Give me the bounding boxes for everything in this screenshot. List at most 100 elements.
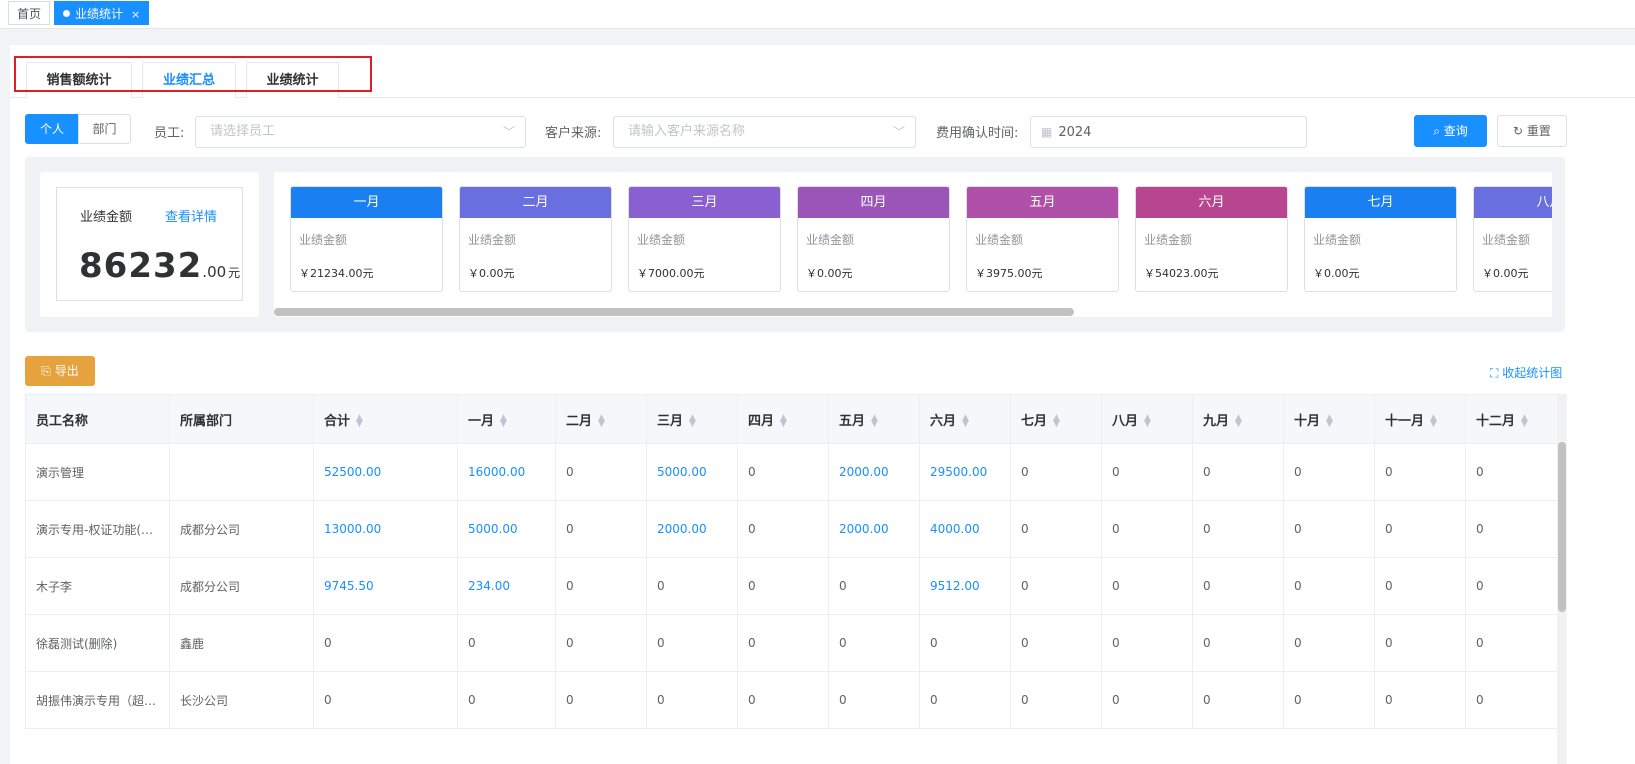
employee-select[interactable]: 请选择员工 ﹀ <box>195 116 526 148</box>
month-card-apr[interactable]: 四月 业绩金额 ￥0.00元 <box>797 186 950 292</box>
table-cell: 0 <box>1010 443 1102 501</box>
sort-icon[interactable]: ▲ ▼ <box>780 414 787 429</box>
table-cell[interactable]: 2000.00 <box>828 500 920 558</box>
month-card-may[interactable]: 五月 业绩金额 ￥3975.00元 <box>966 186 1119 292</box>
sort-icon[interactable]: ▲ ▼ <box>871 414 878 429</box>
highlight-box <box>14 56 372 92</box>
table-cell: 0 <box>555 500 647 558</box>
search-icon: ⌕ <box>1433 124 1444 138</box>
vertical-scrollbar[interactable] <box>1558 442 1566 612</box>
table-cell[interactable]: 13000.00 <box>313 500 458 558</box>
col-label: 六月 <box>930 413 957 429</box>
table-cell: 长沙公司 <box>169 671 314 729</box>
table-cell: 0 <box>555 671 647 729</box>
export-button[interactable]: ⎘ 导出 <box>25 356 95 386</box>
reset-button[interactable]: ↻ 重置 <box>1497 115 1567 147</box>
col-month-2[interactable]: 二月 ▲ ▼ <box>555 394 647 444</box>
table-cell[interactable]: 52500.00 <box>313 443 458 501</box>
table-cell[interactable]: 234.00 <box>457 557 556 615</box>
source-select[interactable]: 请输入客户来源名称 ﹀ <box>613 116 916 148</box>
col-month-5[interactable]: 五月 ▲ ▼ <box>828 394 920 444</box>
col-month-8[interactable]: 八月 ▲ ▼ <box>1101 394 1193 444</box>
month-card-label: 业绩金额 <box>806 233 855 247</box>
page-tab-home[interactable]: 首页 <box>8 1 51 25</box>
sort-icon[interactable]: ▲ ▼ <box>356 414 363 429</box>
scope-personal-button[interactable]: 个人 <box>25 114 79 144</box>
table-cell: 0 <box>1283 443 1375 501</box>
view-details-link[interactable]: 查看详情 <box>165 206 217 225</box>
table-cell[interactable]: 29500.00 <box>919 443 1011 501</box>
col-label: 十月 <box>1294 413 1321 429</box>
col-employee: 员工名称 <box>25 394 170 444</box>
sort-icon[interactable]: ▲ ▼ <box>1430 414 1437 429</box>
table-cell[interactable]: 16000.00 <box>457 443 556 501</box>
table-cell: 0 <box>1283 500 1375 558</box>
col-label: 十二月 <box>1476 413 1516 429</box>
scope-department-button[interactable]: 部门 <box>78 114 131 144</box>
col-month-11[interactable]: 十一月 ▲ ▼ <box>1374 394 1466 444</box>
col-month-4[interactable]: 四月 ▲ ▼ <box>737 394 829 444</box>
sort-icon[interactable]: ▲ ▼ <box>1521 414 1528 429</box>
col-month-7[interactable]: 七月 ▲ ▼ <box>1010 394 1102 444</box>
time-picker[interactable]: ▦ 2024 <box>1030 116 1307 148</box>
query-button-label: 查询 <box>1443 124 1468 138</box>
table-cell: 0 <box>1465 557 1558 615</box>
table-cell: 0 <box>457 614 556 672</box>
export-button-label: 导出 <box>54 364 79 378</box>
sort-icon[interactable]: ▲ ▼ <box>598 414 605 429</box>
month-cards-scroller: 一月 业绩金额 ￥21234.00元 二月 业绩金额 ￥0.00元 三月 业绩金额 ￥700… <box>274 172 1552 317</box>
table-row[interactable]: 胡振伟演示专用（超管... 长沙公司 0 0 0 0 0 0 0 0 0 0 0 0 0 <box>25 671 1558 729</box>
table-row[interactable]: 演示管理 52500.00 16000.00 0 5000.00 0 2000.00 2950… <box>25 443 1558 501</box>
table-cell: 0 <box>737 614 829 672</box>
sort-icon[interactable]: ▲ ▼ <box>1144 414 1151 429</box>
table-row[interactable]: 徐磊测试(删除) 鑫鹿 0 0 0 0 0 0 0 0 0 0 0 0 0 <box>25 614 1558 672</box>
month-card-jun[interactable]: 六月 业绩金额 ￥54023.00元 <box>1135 186 1288 292</box>
sort-icon[interactable]: ▲ ▼ <box>500 414 507 429</box>
col-label: 所属部门 <box>180 413 233 429</box>
col-month-3[interactable]: 三月 ▲ ▼ <box>646 394 738 444</box>
col-month-1[interactable]: 一月 ▲ ▼ <box>457 394 556 444</box>
table-cell: 0 <box>828 557 920 615</box>
table-cell: 0 <box>1101 500 1193 558</box>
col-month-9[interactable]: 九月 ▲ ▼ <box>1192 394 1284 444</box>
sort-icon[interactable]: ▲ ▼ <box>1326 414 1333 429</box>
table-cell: 0 <box>737 671 829 729</box>
col-total[interactable]: 合计 ▲ ▼ <box>313 394 458 444</box>
month-card-jul[interactable]: 七月 业绩金额 ￥0.00元 <box>1304 186 1457 292</box>
table-cell[interactable]: 5000.00 <box>646 443 738 501</box>
page-tab-performance[interactable]: 业绩统计 × <box>54 1 150 25</box>
export-icon: ⎘ <box>41 364 55 378</box>
table-cell[interactable]: 9745.50 <box>313 557 458 615</box>
col-month-6[interactable]: 六月 ▲ ▼ <box>919 394 1011 444</box>
table-cell[interactable]: 9512.00 <box>919 557 1011 615</box>
col-label: 合计 <box>324 413 351 429</box>
table-cell: 0 <box>1374 614 1466 672</box>
sort-icon[interactable]: ▲ ▼ <box>962 414 969 429</box>
horizontal-scrollbar[interactable] <box>274 308 1074 316</box>
collapse-chart-button[interactable]: ⛶ 收起统计图 <box>1490 364 1562 381</box>
table-row[interactable]: 木子李 成都分公司 9745.50 234.00 0 0 0 0 9512.00 0 0 0 0 0 0 <box>25 557 1558 615</box>
month-card-value: ￥0.00元 <box>1482 267 1529 280</box>
query-button[interactable]: ⌕ 查询 <box>1414 115 1487 147</box>
month-card-jan[interactable]: 一月 业绩金额 ￥21234.00元 <box>290 186 443 292</box>
table-cell: 0 <box>1192 614 1284 672</box>
month-card-feb[interactable]: 二月 业绩金额 ￥0.00元 <box>459 186 612 292</box>
month-card-value: ￥54023.00元 <box>1144 267 1219 280</box>
sort-icon[interactable]: ▲ ▼ <box>689 414 696 429</box>
sort-icon[interactable]: ▲ ▼ <box>1053 414 1060 429</box>
month-card-mar[interactable]: 三月 业绩金额 ￥7000.00元 <box>628 186 781 292</box>
table-cell[interactable]: 2000.00 <box>646 500 738 558</box>
table-cell[interactable]: 5000.00 <box>457 500 556 558</box>
close-tab-icon[interactable]: × <box>131 8 140 21</box>
table-cell[interactable]: 4000.00 <box>919 500 1011 558</box>
table-cell: 0 <box>1283 557 1375 615</box>
col-label: 十一月 <box>1385 413 1425 429</box>
sort-icon[interactable]: ▲ ▼ <box>1235 414 1242 429</box>
month-card-title: 八月 <box>1474 187 1552 218</box>
table-row[interactable]: 演示专用-权证功能(离... 成都分公司 13000.00 5000.00 0 2000.… <box>25 500 1558 558</box>
table-cell[interactable]: 2000.00 <box>828 443 920 501</box>
month-card-aug[interactable]: 八月业绩金额 ￥0.00元 <box>1473 186 1552 292</box>
col-month-12[interactable]: 十二月 ▲ ▼ <box>1465 394 1558 444</box>
table-cell: 0 <box>1465 671 1558 729</box>
col-month-10[interactable]: 十月 ▲ ▼ <box>1283 394 1375 444</box>
